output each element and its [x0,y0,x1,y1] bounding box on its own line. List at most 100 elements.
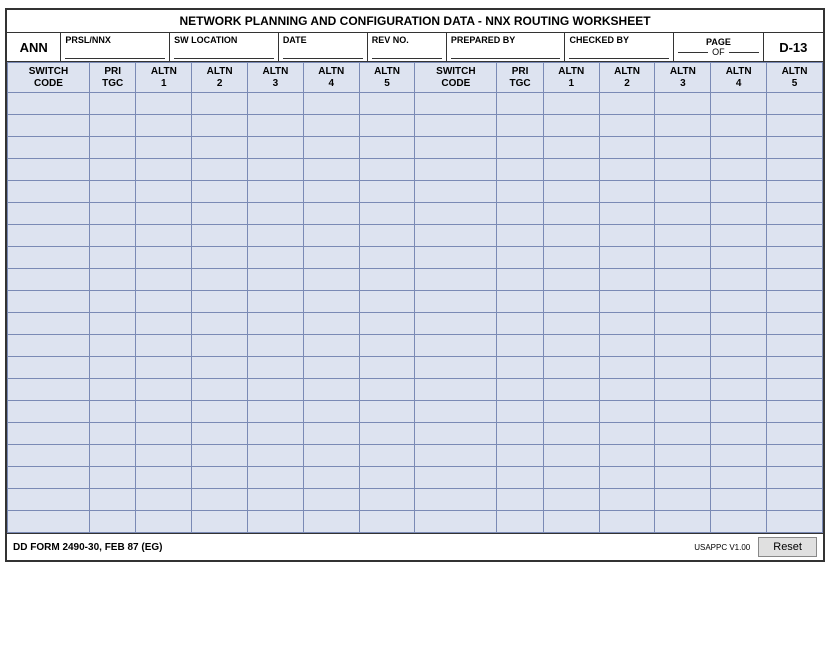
table-cell [711,159,767,181]
table-cell [655,181,711,203]
table-cell [136,423,192,445]
table-cell [655,379,711,401]
table-cell [248,225,304,247]
table-cell [303,467,359,489]
table-cell [192,379,248,401]
table-cell [655,225,711,247]
table-cell [359,225,415,247]
table-cell [136,467,192,489]
table-cell [543,467,599,489]
table-cell [89,335,136,357]
table-cell [303,269,359,291]
col-header-altn2_2: ALTN 2 [599,63,655,93]
swloc-cell: SW LOCATION [170,33,279,61]
table-cell [415,511,497,533]
table-cell [8,247,90,269]
table-cell [89,401,136,423]
table-cell [89,291,136,313]
table-cell [655,269,711,291]
table-cell [543,93,599,115]
table-cell [303,137,359,159]
table-cell [543,313,599,335]
table-cell [359,247,415,269]
table-cell [767,401,823,423]
form-id: D-13 [779,40,807,55]
table-cell [543,159,599,181]
table-cell [8,489,90,511]
table-cell [599,247,655,269]
table-cell [655,445,711,467]
table-cell [599,379,655,401]
table-cell [136,115,192,137]
table-cell [711,511,767,533]
col-header-altn1_1: ALTN 1 [136,63,192,93]
table-cell [359,93,415,115]
table-cell [415,313,497,335]
table-cell [248,291,304,313]
table-cell [543,445,599,467]
table-cell [359,379,415,401]
reset-button[interactable]: Reset [758,537,817,557]
table-cell [192,225,248,247]
col-header-altn4_2: ALTN 4 [711,63,767,93]
table-cell [599,423,655,445]
table-cell [192,357,248,379]
table-row [8,511,823,533]
table-cell [655,247,711,269]
table-cell [599,401,655,423]
table-cell [767,489,823,511]
table-cell [192,159,248,181]
table-cell [192,511,248,533]
table-cell [248,335,304,357]
table-cell [359,203,415,225]
table-row [8,313,823,335]
table-cell [248,511,304,533]
col-header-pri_tgc_1: PRI TGC [89,63,136,93]
table-cell [711,401,767,423]
table-cell [543,225,599,247]
table-cell [89,93,136,115]
table-cell [497,335,544,357]
table-cell [711,335,767,357]
table-cell [543,357,599,379]
table-cell [415,401,497,423]
table-row [8,291,823,313]
table-cell [415,269,497,291]
table-cell [497,423,544,445]
table-cell [303,291,359,313]
table-cell [303,181,359,203]
table-cell [8,467,90,489]
table-row [8,423,823,445]
table-cell [599,137,655,159]
table-cell [543,401,599,423]
col-header-altn5_1: ALTN 5 [359,63,415,93]
table-cell [192,269,248,291]
table-cell [543,423,599,445]
table-cell [192,93,248,115]
table-cell [248,203,304,225]
table-cell [8,181,90,203]
table-cell [192,137,248,159]
prslnnx-label: PRSL/NNX [65,35,165,45]
table-cell [303,401,359,423]
table-cell [543,247,599,269]
table-cell [497,511,544,533]
table-cell [497,467,544,489]
table-cell [8,93,90,115]
table-cell [543,335,599,357]
table-header-row: SWITCH CODEPRI TGCALTN 1ALTN 2ALTN 3ALTN… [8,63,823,93]
table-cell [303,203,359,225]
table-cell [248,181,304,203]
table-row [8,137,823,159]
table-cell [192,181,248,203]
table-cell [359,269,415,291]
table-cell [192,423,248,445]
table-cell [89,137,136,159]
chkby-value [569,45,669,59]
table-row [8,159,823,181]
table-cell [543,137,599,159]
prslnnx-value [65,45,165,59]
page-cell: PAGE OF [674,33,764,61]
table-cell [655,357,711,379]
table-cell [767,159,823,181]
